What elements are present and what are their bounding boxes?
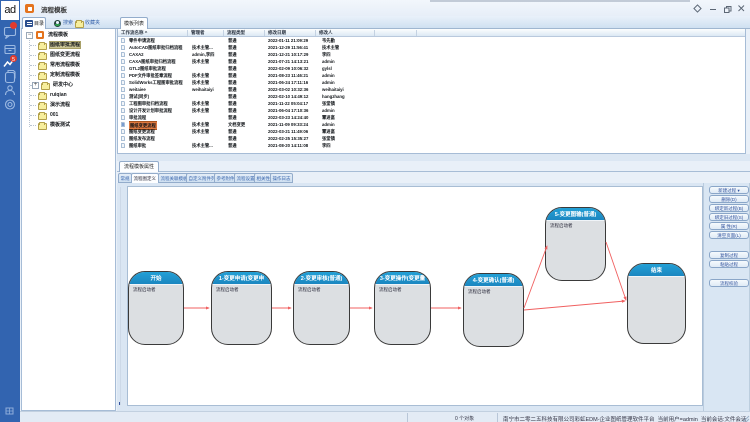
svg-text:5: 5 <box>12 57 15 63</box>
